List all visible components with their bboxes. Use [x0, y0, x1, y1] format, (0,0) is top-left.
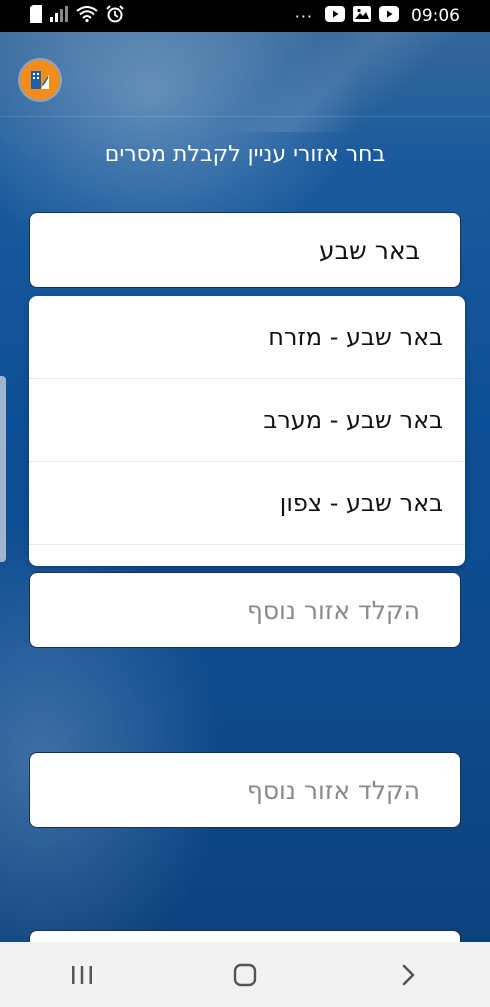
back-icon[interactable] [378, 950, 438, 1000]
status-icons-left [30, 5, 124, 27]
suggestion-option[interactable]: באר שבע - מערב [29, 379, 465, 462]
status-time: 09:06 [411, 6, 460, 26]
wifi-icon [76, 6, 98, 26]
page-title: בחר אזורי עניין לקבלת מסרים [104, 142, 386, 167]
signal-icon [50, 6, 68, 26]
area-input-primary[interactable] [30, 213, 460, 287]
alarm-icon [106, 5, 124, 27]
area-field-additional-2[interactable] [29, 752, 461, 828]
suggestion-option[interactable]: באר שבע - צפון [29, 462, 465, 545]
system-nav-bar [0, 942, 490, 1007]
area-input-additional-2[interactable] [30, 753, 460, 827]
suggestion-option-partial[interactable] [29, 545, 465, 565]
status-icons-right: ··· 09:06 [295, 6, 460, 26]
overflow-dots: ··· [294, 6, 313, 26]
youtube-icon [325, 6, 345, 26]
home-icon[interactable] [215, 950, 275, 1000]
edge-panel-handle[interactable] [0, 376, 6, 562]
area-field-primary[interactable] [29, 212, 461, 288]
app-logo-icon[interactable] [20, 60, 60, 100]
gallery-icon [353, 6, 371, 26]
sim-card-icon [30, 5, 42, 27]
status-bar: ··· 09:06 [0, 0, 490, 32]
suggestion-option[interactable]: באר שבע - מזרח [29, 296, 465, 379]
suggestions-dropdown: באר שבע - מזרח באר שבע - מערב באר שבע - … [29, 296, 465, 566]
recent-apps-icon[interactable] [52, 950, 112, 1000]
youtube-icon [379, 6, 399, 26]
area-field-additional-1[interactable] [29, 572, 461, 648]
app-header [0, 32, 490, 117]
area-input-additional-1[interactable] [30, 573, 460, 647]
